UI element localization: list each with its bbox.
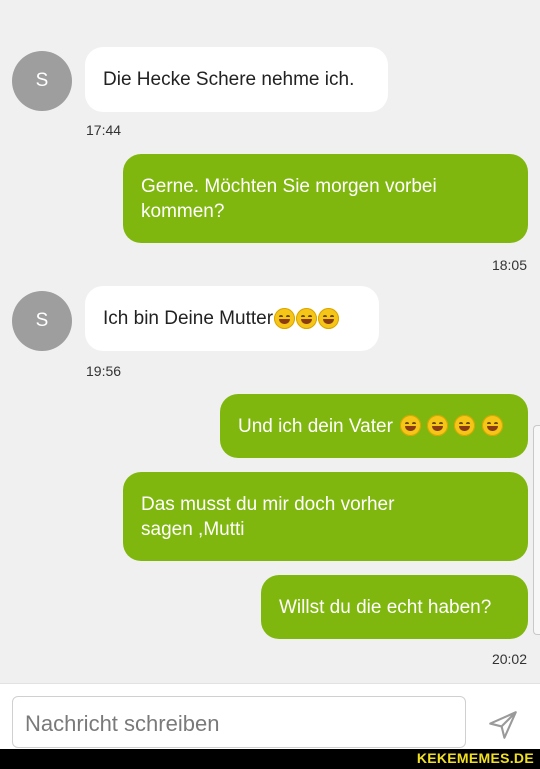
smiling-face-icon xyxy=(274,308,296,329)
message-text: Und ich dein Vater xyxy=(238,415,393,437)
message-text: Die Hecke Schere nehme ich. xyxy=(103,69,355,90)
outgoing-message[interactable]: Gerne. Möchten Sie morgen vorbei kommen? xyxy=(123,154,528,243)
grinning-squinting-face-icon xyxy=(399,414,421,436)
smiling-face-icon xyxy=(318,308,340,329)
message-input[interactable]: Nachricht schreiben xyxy=(12,696,466,748)
message-timestamp: 18:05 xyxy=(491,257,527,273)
avatar-initial: S xyxy=(35,310,49,331)
footer-bar: KEKEMEMES.DE xyxy=(0,749,540,769)
watermark: KEKEMEMES.DE xyxy=(416,750,534,766)
incoming-message[interactable]: Ich bin Deine Mutter xyxy=(85,286,379,351)
message-timestamp: 19:56 xyxy=(86,363,122,379)
grinning-squinting-face-icon xyxy=(296,308,318,329)
message-text: Willst du die echt haben? xyxy=(279,596,492,618)
message-text: kommen? xyxy=(141,200,225,222)
avatar[interactable]: S xyxy=(12,291,72,351)
incoming-message[interactable]: Die Hecke Schere nehme ich. xyxy=(85,47,388,112)
avatar-initial: S xyxy=(35,70,49,91)
outgoing-message[interactable]: Willst du die echt haben? xyxy=(261,575,528,639)
avatar[interactable]: S xyxy=(12,51,72,111)
message-text: Gerne. Möchten Sie morgen vorbei xyxy=(141,175,437,197)
outgoing-message[interactable]: Und ich dein Vater xyxy=(220,394,528,458)
emoji-group xyxy=(399,414,503,439)
rolling-laughing-face-icon xyxy=(454,414,476,436)
message-text: Ich bin Deine Mutter xyxy=(103,308,274,329)
scrollbar[interactable] xyxy=(533,425,540,635)
message-text: sagen ,Mutti xyxy=(141,518,245,540)
chat-thread: S Die Hecke Schere nehme ich. 17:44 Gern… xyxy=(0,0,540,683)
message-timestamp: 20:02 xyxy=(491,651,527,667)
rolling-laughing-face-icon xyxy=(427,414,449,436)
send-icon[interactable] xyxy=(486,708,520,742)
message-timestamp: 17:44 xyxy=(86,122,122,138)
rolling-laughing-face-icon xyxy=(481,414,503,436)
outgoing-message[interactable]: Das musst du mir doch vorher sagen ,Mutt… xyxy=(123,472,528,561)
message-composer: Nachricht schreiben xyxy=(0,683,540,750)
message-text: Das musst du mir doch vorher xyxy=(141,493,395,515)
